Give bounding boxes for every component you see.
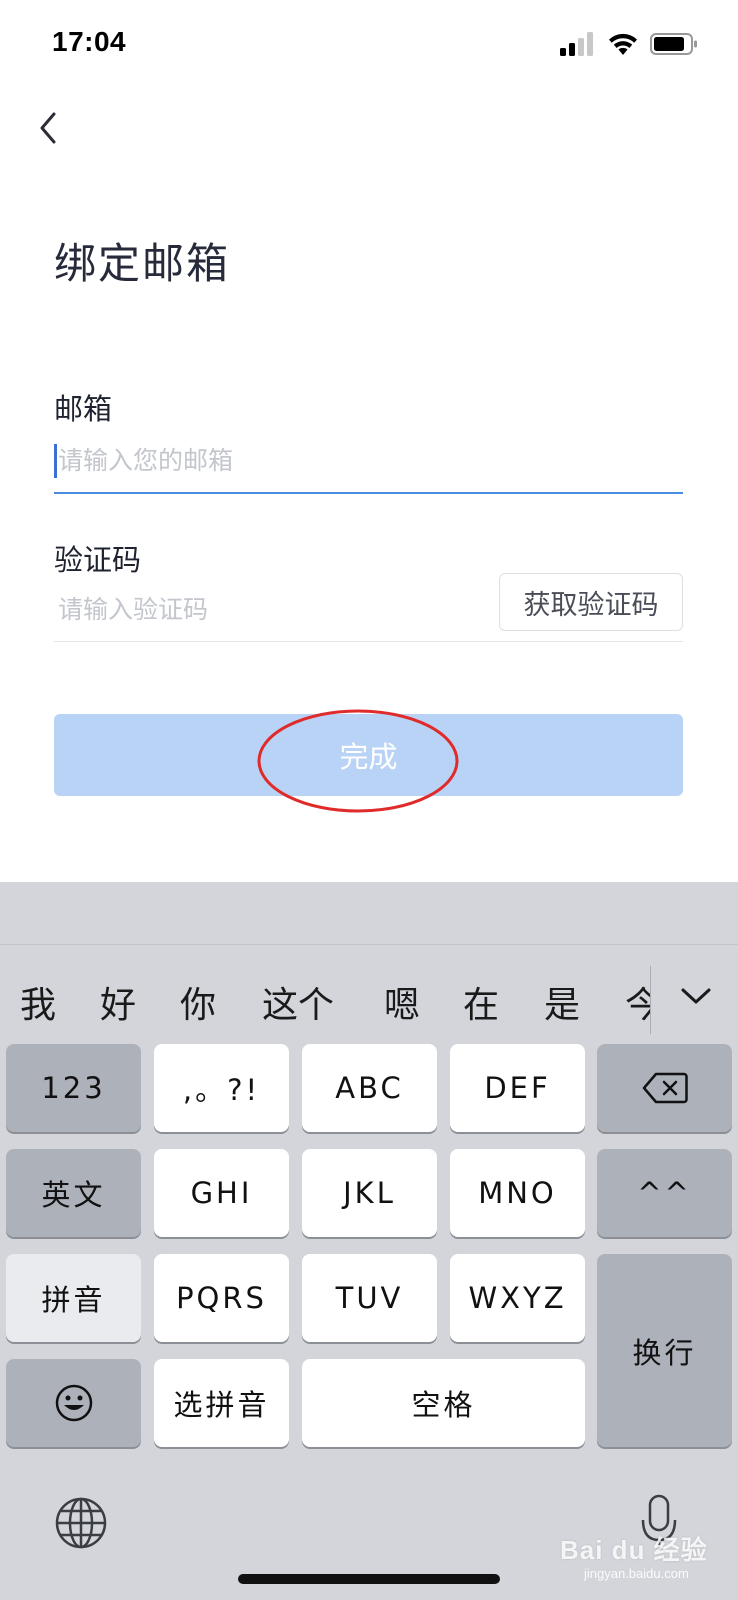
submit-button[interactable]: 完成 [54,714,683,796]
cellular-signal-icon [560,32,593,56]
watermark-logo: Bai du 经验 [560,1535,708,1565]
home-indicator[interactable] [238,1574,500,1584]
key-tuv[interactable]: TUV [302,1254,437,1342]
verification-code-label: 验证码 [54,543,142,577]
status-icons [560,30,698,58]
get-code-button[interactable]: 获取验证码 [499,573,683,631]
candidate-item[interactable]: 这个 [262,976,334,1028]
chevron-left-icon [40,112,56,144]
globe-icon[interactable] [54,1496,108,1550]
key-kaomoji[interactable]: ^^ [597,1149,732,1237]
verification-code-field-wrapper: 获取验证码 [54,573,683,642]
wifi-icon [609,33,637,55]
key-punctuation[interactable]: ,。?! [154,1044,289,1132]
candidate-item[interactable]: 是 [544,976,580,1028]
candidate-list: 我 好 你 这个 嗯 在 是 今 [0,946,650,1046]
key-123[interactable]: 123 [6,1044,141,1132]
candidate-item[interactable]: 我 [20,976,56,1028]
candidate-divider [650,966,651,1034]
battery-icon [650,33,697,55]
backspace-icon [642,1072,688,1104]
key-def[interactable]: DEF [450,1044,585,1132]
candidate-item[interactable]: 嗯 [384,976,420,1028]
keyboard: 我 好 你 这个 嗯 在 是 今 123 ,。?! ABC DEF 英文 GHI… [0,882,738,1600]
back-button[interactable] [28,108,68,148]
key-english[interactable]: 英文 [6,1149,141,1237]
key-mno[interactable]: MNO [450,1149,585,1237]
delete-key[interactable] [597,1044,732,1132]
email-field-wrapper [54,436,683,494]
candidate-item[interactable]: 你 [180,976,216,1028]
candidate-item[interactable]: 今 [625,976,650,1028]
key-pqrs[interactable]: PQRS [154,1254,289,1342]
candidate-bar: 我 好 你 这个 嗯 在 是 今 [0,946,738,1046]
key-wxyz[interactable]: WXYZ [450,1254,585,1342]
status-bar: 17:04 [0,0,738,90]
candidate-item[interactable]: 好 [100,976,136,1028]
page-title: 绑定邮箱 [54,239,231,288]
candidate-item[interactable]: 在 [463,976,499,1028]
key-space[interactable]: 空格 [302,1359,585,1447]
watermark-url: jingyan.baidu.com [584,1566,689,1581]
chevron-down-icon [681,988,711,1004]
verification-code-input[interactable] [54,585,474,633]
key-select-pinyin[interactable]: 选拼音 [154,1359,289,1447]
key-abc[interactable]: ABC [302,1044,437,1132]
key-emoji[interactable] [6,1359,141,1447]
key-newline[interactable]: 换行 [597,1254,732,1447]
status-time: 17:04 [52,26,127,57]
text-cursor [54,444,57,478]
email-label: 邮箱 [54,392,113,426]
keyboard-divider [0,944,738,945]
key-pinyin[interactable]: 拼音 [6,1254,141,1342]
expand-candidates-button[interactable] [672,972,720,1020]
email-input[interactable] [54,436,683,484]
key-jkl[interactable]: JKL [302,1149,437,1237]
key-ghi[interactable]: GHI [154,1149,289,1237]
emoji-icon [55,1384,92,1422]
